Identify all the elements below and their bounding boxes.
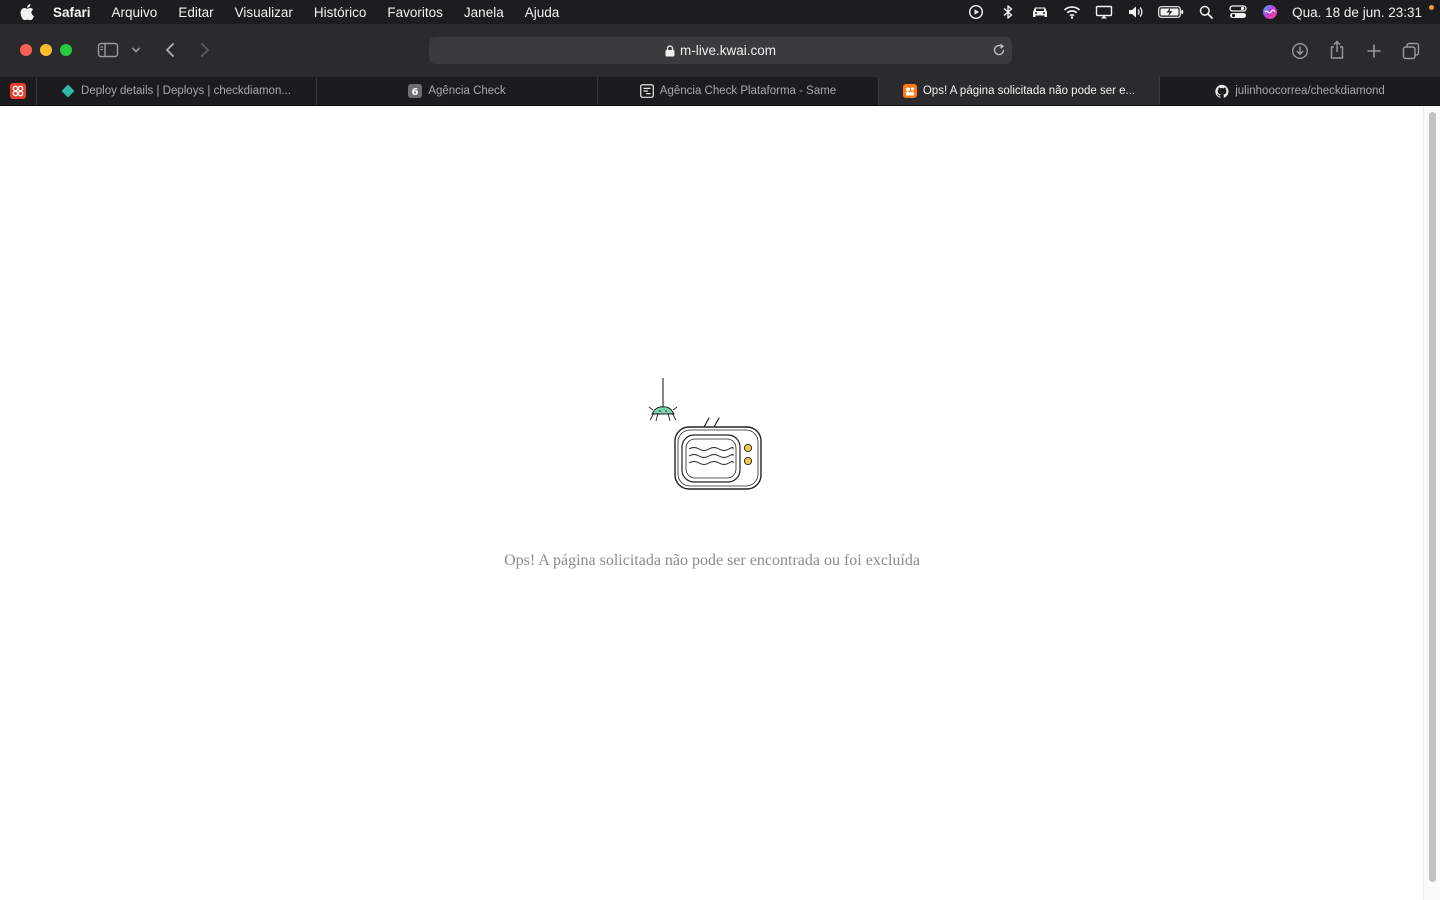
tab-deploy-details[interactable]: Deploy details | Deploys | checkdiamon..… (36, 77, 317, 105)
window-minimize-button[interactable] (40, 44, 52, 56)
spider-icon (648, 406, 678, 422)
menu-arquivo[interactable]: Arquivo (112, 5, 158, 20)
menu-editar[interactable]: Editar (178, 5, 213, 20)
play-circle-icon[interactable] (966, 4, 986, 20)
svg-text:6: 6 (412, 87, 419, 98)
tab-agencia-check[interactable]: 6 Agência Check (317, 77, 598, 105)
tab-overview-icon[interactable] (1401, 41, 1421, 61)
window-close-button[interactable] (20, 44, 32, 56)
tv-screen (681, 434, 741, 483)
address-bar[interactable]: m-live.kwai.com (429, 37, 1012, 64)
lock-icon (665, 44, 675, 56)
downloads-icon[interactable] (1290, 41, 1310, 61)
control-center-icon[interactable] (1228, 4, 1248, 20)
back-arrow-icon[interactable] (161, 41, 179, 59)
window-zoom-button[interactable] (60, 44, 72, 56)
battery-icon[interactable] (1158, 4, 1184, 20)
github-icon (1215, 84, 1229, 98)
tab-github-repo[interactable]: julinhoocorrea/checkdiamond (1160, 77, 1440, 105)
spotlight-icon[interactable] (1196, 4, 1216, 20)
menu-favoritos[interactable]: Favoritos (387, 5, 443, 20)
tab-ops-active[interactable]: Ops! A página solicitada não pode ser e.… (879, 77, 1160, 105)
netlify-icon (61, 84, 75, 98)
sidebar-toggle-icon[interactable] (96, 41, 120, 59)
tab-bar: Deploy details | Deploys | checkdiamon..… (0, 77, 1440, 106)
reload-icon[interactable] (992, 43, 1006, 57)
url-display[interactable]: m-live.kwai.com (429, 37, 1012, 64)
display-icon[interactable] (1094, 4, 1114, 20)
tab-label: Ops! A página solicitada não pode ser e.… (922, 85, 1136, 97)
tab-agencia-check-plataforma[interactable]: Agência Check Plataforma - Same (598, 77, 879, 105)
volume-icon[interactable] (1126, 4, 1146, 20)
six-badge-icon: 6 (408, 84, 423, 98)
menubar-clock[interactable]: Qua. 18 de jun. 23:31 (1292, 5, 1422, 20)
error-message: Ops! A página solicitada não pode ser en… (504, 552, 920, 569)
same-logo-icon (639, 84, 654, 98)
share-icon[interactable] (1327, 39, 1347, 61)
apple-logo-icon[interactable] (19, 4, 35, 20)
pinned-tab[interactable] (0, 77, 37, 105)
new-tab-icon[interactable] (1364, 41, 1384, 61)
pinned-site-icon (10, 83, 26, 99)
url-text: m-live.kwai.com (679, 43, 776, 58)
menu-historico[interactable]: Histórico (314, 5, 367, 20)
tab-label: Agência Check Plataforma - Same (659, 85, 837, 97)
status-area: Qua. 18 de jun. 23:31 (966, 0, 1440, 24)
wifi-icon[interactable] (1062, 4, 1082, 20)
menu-app-name[interactable]: Safari (53, 5, 91, 20)
bluetooth-icon[interactable] (998, 4, 1018, 20)
car-icon[interactable] (1030, 4, 1050, 20)
notification-dot (1429, 5, 1434, 10)
web-page: Ops! A página solicitada não pode ser en… (0, 106, 1424, 900)
browser-toolbar: m-live.kwai.com (0, 24, 1440, 77)
tab-label: julinhoocorrea/checkdiamond (1235, 85, 1385, 97)
tv-with-spider-illustration (648, 378, 762, 490)
menu-bar: Safari Arquivo Editar Visualizar Históri… (0, 0, 1440, 24)
tab-label: Agência Check (428, 85, 506, 97)
forward-arrow-icon[interactable] (196, 41, 214, 59)
chevron-down-icon[interactable] (130, 44, 142, 56)
scrollbar-thumb[interactable] (1429, 112, 1436, 882)
siri-icon[interactable] (1260, 4, 1280, 20)
menu-visualizar[interactable]: Visualizar (235, 5, 293, 20)
menu-janela[interactable]: Janela (464, 5, 504, 20)
tab-label: Deploy details | Deploys | checkdiamon..… (81, 85, 291, 97)
kwai-icon (902, 84, 917, 98)
menu-ajuda[interactable]: Ajuda (525, 5, 560, 20)
